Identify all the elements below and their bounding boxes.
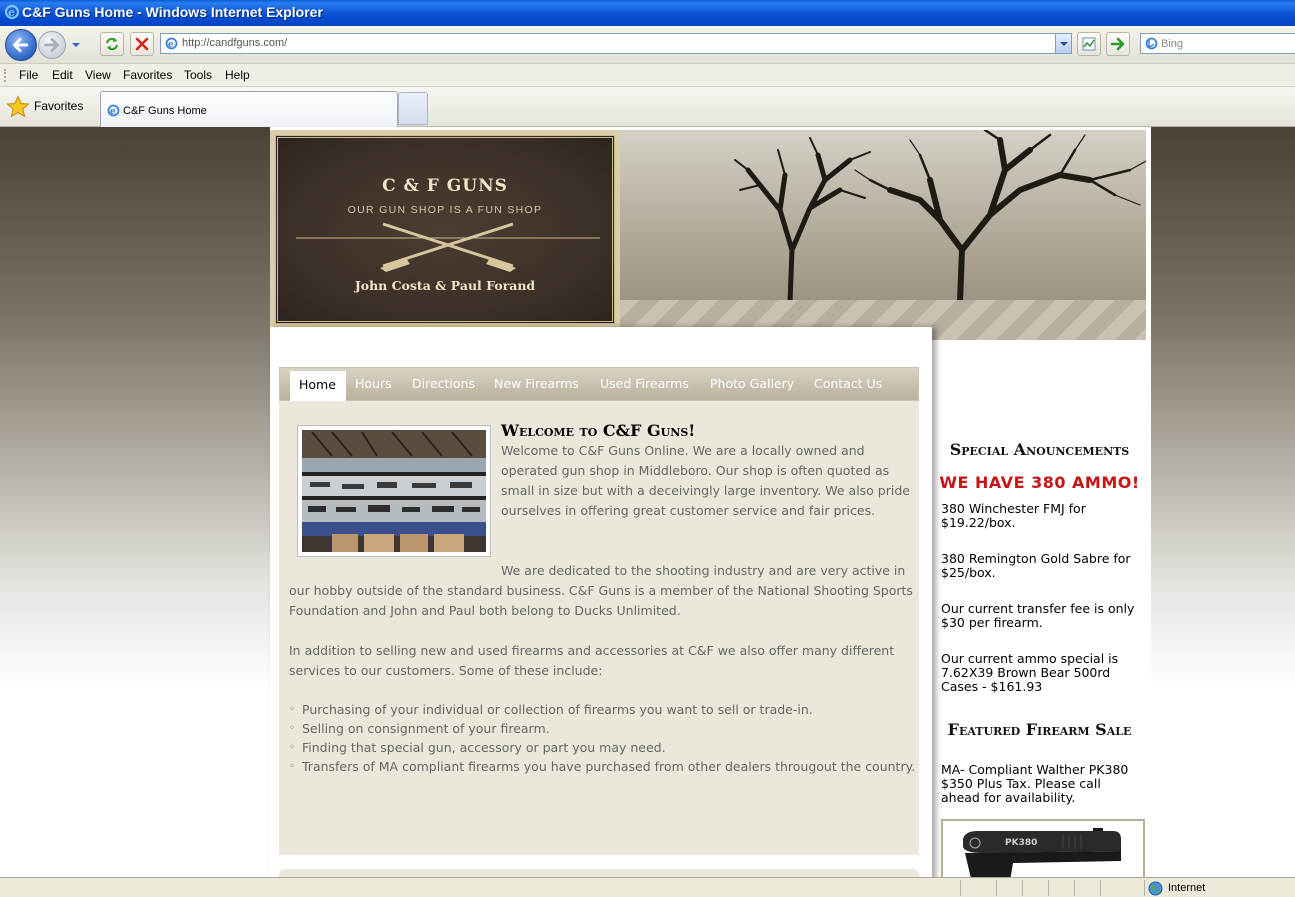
logo-owners: John Costa & Paul Forand: [354, 278, 536, 293]
status-separator: [960, 880, 961, 896]
welcome-content: Welcome to C&F Guns! Welcome to C&F Guns…: [279, 401, 919, 855]
page-icon: e: [165, 37, 178, 50]
address-bar[interactable]: e http://candfguns.com/: [160, 33, 1072, 54]
menu-tools[interactable]: Tools: [184, 68, 212, 82]
nav-tab-contact-us[interactable]: Contact Us: [814, 376, 882, 391]
go-button[interactable]: [1106, 32, 1130, 56]
search-box[interactable]: Bing: [1140, 33, 1295, 54]
address-url: http://candfguns.com/: [182, 37, 288, 49]
forward-button[interactable]: [38, 31, 66, 59]
logo-plaque: C & F GUNS OUR GUN SHOP IS A FUN SHOP Jo…: [275, 135, 615, 324]
svg-text:e: e: [110, 107, 116, 117]
svg-text:e: e: [168, 40, 174, 50]
logo-subtitle: OUR GUN SHOP IS A FUN SHOP: [347, 204, 543, 216]
site-container: C & F GUNS OUR GUN SHOP IS A FUN SHOP Jo…: [270, 127, 1151, 877]
page-viewport: C & F GUNS OUR GUN SHOP IS A FUN SHOP Jo…: [0, 127, 1295, 877]
address-toolbar: e http://candfguns.com/ Bing: [0, 26, 1295, 64]
pistol-marking: PK380: [1005, 838, 1037, 848]
ie-tab-icon: e: [107, 104, 120, 117]
nav-tab-used-firearms[interactable]: Used Firearms: [600, 376, 689, 391]
favorites-label: Favorites: [34, 99, 84, 113]
back-button[interactable]: [5, 29, 37, 61]
forward-arrow-icon: [44, 38, 59, 52]
list-item: Transfers of MA compliant firearms you h…: [289, 757, 929, 776]
header-logo[interactable]: C & F GUNS OUR GUN SHOP IS A FUN SHOP Jo…: [270, 130, 620, 327]
store-photo: [297, 425, 491, 557]
featured-pistol-photo[interactable]: PK380: [941, 819, 1145, 877]
crossed-rifles-icon: [296, 222, 600, 272]
history-dropdown-icon[interactable]: [70, 40, 82, 50]
search-placeholder: Bing: [1161, 38, 1184, 50]
menu-edit[interactable]: Edit: [52, 68, 73, 82]
back-arrow-icon: [12, 37, 29, 53]
refresh-icon: [106, 37, 118, 51]
favorites-star-icon: [6, 95, 30, 118]
svg-text:e: e: [8, 6, 15, 19]
status-separator: [1022, 880, 1023, 896]
welcome-paragraph-2: We are dedicated to the shooting industr…: [289, 563, 913, 618]
security-zone: Internet: [1168, 882, 1206, 894]
header-tree-banner: [620, 130, 1146, 340]
status-separator: [996, 880, 997, 896]
refresh-button[interactable]: [100, 32, 124, 56]
announcement-item: Our current ammo special is 7.62X39 Brow…: [941, 651, 1119, 694]
window-title: C&F Guns Home - Windows Internet Explore…: [22, 4, 323, 20]
ammo-announcement: WE HAVE 380 AMMO!: [939, 473, 1140, 492]
window-titlebar: e C&F Guns Home - Windows Internet Explo…: [0, 0, 1295, 26]
list-item: Selling on consignment of your firearm.: [289, 719, 929, 738]
store-interior-image: [302, 430, 486, 552]
menu-file[interactable]: File: [19, 68, 38, 82]
announcement-item: 380 Remington Gold Sabre for $25/box.: [941, 551, 1131, 580]
stop-button[interactable]: [130, 32, 154, 56]
pistol-image: PK380: [943, 821, 1143, 877]
announcements-heading: Special Anouncements: [949, 440, 1130, 459]
chevron-down-icon: [1060, 42, 1068, 46]
sidebar: Special Anouncements WE HAVE 380 AMMO! 3…: [937, 340, 1147, 877]
tab-title: C&F Guns Home: [123, 105, 207, 117]
favorites-tab-bar: Favorites e C&F Guns Home: [0, 87, 1295, 127]
welcome-paragraph-1: Welcome to C&F Guns Online. We are a loc…: [501, 443, 910, 518]
menu-favorites[interactable]: Favorites: [123, 68, 172, 82]
status-separator: [1048, 880, 1049, 896]
content-panel-next: [279, 869, 919, 877]
featured-sale-text: MA- Compliant Walther PK380 $350 Plus Ta…: [941, 762, 1129, 805]
status-bar: Internet: [0, 877, 1295, 897]
logo-title: C & F GUNS: [382, 176, 508, 196]
menu-bar: File Edit View Favorites Tools Help: [0, 64, 1295, 87]
announcement-item: 380 Winchester FMJ for $19.22/box.: [941, 501, 1086, 530]
status-separator: [1074, 880, 1075, 896]
address-dropdown-button[interactable]: [1055, 34, 1071, 53]
go-arrow-icon: [1110, 37, 1125, 51]
favorites-button[interactable]: Favorites: [4, 93, 96, 119]
ie-icon: e: [4, 4, 20, 20]
site-navigation: Home Hours Directions New Firearms Used …: [279, 367, 919, 402]
compatibility-icon: [1082, 37, 1096, 51]
featured-sale-heading: Featured Firearm Sale: [947, 720, 1132, 739]
bing-icon: [1145, 37, 1158, 50]
tree-silhouette-image: [734, 130, 1146, 302]
status-separator: [1144, 880, 1145, 896]
browser-tab-active[interactable]: e C&F Guns Home: [100, 91, 398, 127]
compatibility-view-button[interactable]: [1077, 32, 1101, 56]
menu-help[interactable]: Help: [225, 68, 250, 82]
nav-tab-home-label: Home: [299, 377, 336, 392]
new-tab-button[interactable]: [398, 92, 428, 125]
nav-tab-home[interactable]: Home: [290, 371, 346, 402]
stop-icon: [135, 37, 149, 51]
list-item: Purchasing of your individual or collect…: [289, 700, 929, 719]
nav-tab-hours[interactable]: Hours: [355, 376, 392, 391]
nav-tab-new-firearms[interactable]: New Firearms: [494, 376, 579, 391]
welcome-title: Welcome to C&F Guns!: [501, 421, 696, 440]
nav-tab-directions[interactable]: Directions: [412, 376, 475, 391]
services-list: Purchasing of your individual or collect…: [289, 700, 929, 776]
status-separator: [1100, 880, 1101, 896]
nav-tab-photo-gallery[interactable]: Photo Gallery: [710, 376, 794, 391]
welcome-paragraph-3: In addition to selling new and used fire…: [289, 643, 895, 678]
announcement-item: Our current transfer fee is only $30 per…: [941, 601, 1135, 630]
globe-icon: [1148, 881, 1163, 896]
menu-view[interactable]: View: [85, 68, 111, 82]
list-item: Finding that special gun, accessory or p…: [289, 738, 929, 757]
toolbar-grip: [4, 69, 6, 82]
